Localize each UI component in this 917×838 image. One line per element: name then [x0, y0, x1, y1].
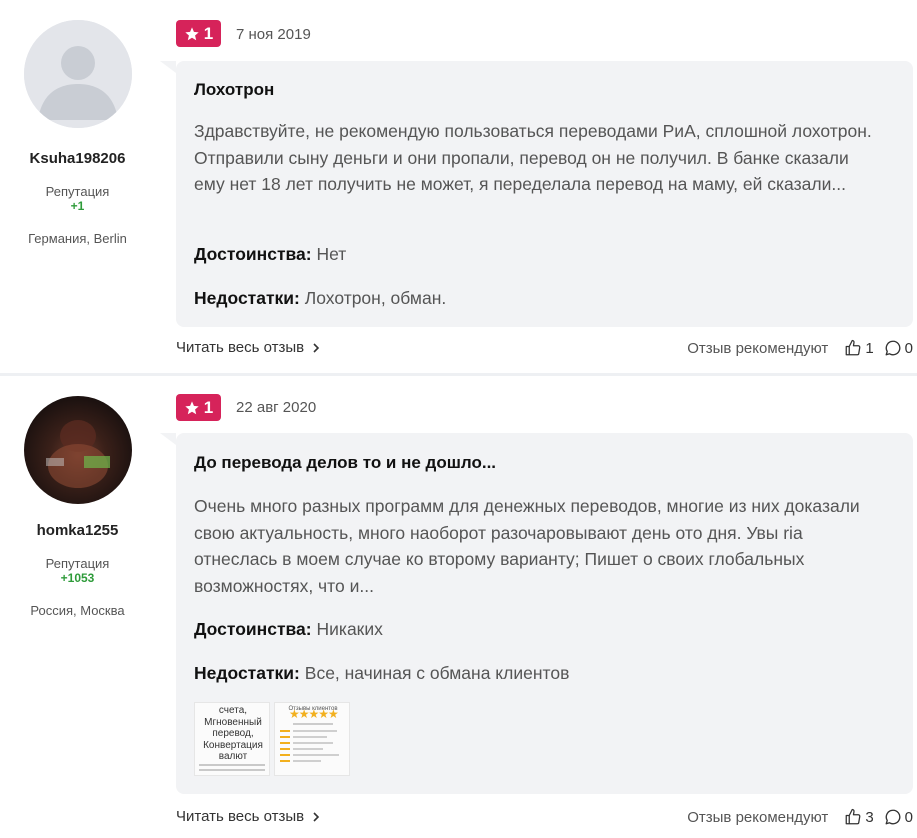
thumbnail-text: счета, Мгновенный перевод, Конвертация в… — [195, 705, 269, 763]
rating-value: 1 — [203, 23, 214, 43]
review-text: Здравствуйте, не рекомендую пользоваться… — [194, 121, 872, 194]
pros-value: Нет — [316, 244, 347, 264]
reputation-value: +1053 — [60, 571, 95, 585]
thumbnail-line: счета, — [218, 705, 248, 716]
review-pros: Достоинства: Никаких — [194, 619, 383, 640]
read-more-label: Читать весь отзыв — [176, 808, 305, 825]
recommend-label: Отзыв рекомендуют — [687, 339, 829, 357]
review-photos: счета, Мгновенный перевод, Конвертация в… — [194, 702, 350, 776]
thumbnail-line: Конвертация — [203, 739, 263, 751]
pros-value: Никаких — [316, 619, 383, 639]
review-footer: Читать весь отзыв Отзыв рекомендуют 1 0 — [176, 339, 913, 361]
pros-label: Достоинства: — [194, 244, 312, 264]
review-card: До перевода делов то и не дошло... Очень… — [160, 433, 913, 794]
comments-count: 0 — [904, 339, 913, 357]
read-more-link[interactable]: Читать весь отзыв — [176, 808, 320, 825]
review-photo-thumbnail[interactable]: счета, Мгновенный перевод, Конвертация в… — [194, 702, 270, 776]
cons-label: Недостатки: — [194, 663, 300, 683]
review-photo-thumbnail[interactable]: Отзывы клиентов ★★★★★ — [274, 702, 350, 776]
review-date: 7 ноя 2019 — [236, 26, 311, 43]
reputation-label: Репутация — [45, 556, 110, 571]
cons-label: Недостатки: — [194, 288, 300, 308]
read-more-label: Читать весь отзыв — [176, 339, 305, 356]
pros-label: Достоинства: — [194, 619, 312, 639]
thumbnail-stars: ★★★★★ — [289, 707, 339, 721]
review-item: homka1255 Репутация +1053 Россия, Москва… — [0, 376, 917, 838]
cons-value: Лохотрон, обман. — [304, 288, 447, 308]
rating-value: 1 — [203, 397, 214, 417]
review-pros: Достоинства: Нет — [194, 244, 346, 265]
reputation-label: Репутация — [45, 184, 110, 199]
chevron-right-icon — [312, 342, 320, 353]
star-icon — [184, 26, 200, 42]
review-text: Очень много разных программ для денежных… — [194, 496, 860, 596]
review-date: 22 авг 2020 — [236, 399, 317, 416]
thumbs-up-icon[interactable] — [844, 339, 862, 357]
review-cons: Недостатки: Лохотрон, обман. — [194, 288, 446, 309]
avatar[interactable] — [24, 396, 132, 504]
review-cons: Недостатки: Все, начиная с обмана клиент… — [194, 663, 569, 684]
thumbnail-line: Мгновенный — [204, 716, 262, 728]
recommend-label: Отзыв рекомендуют — [687, 808, 829, 826]
thumbs-up-icon[interactable] — [844, 808, 862, 826]
thumbnail-line: перевод, — [212, 728, 254, 739]
star-icon — [184, 400, 200, 416]
review-card: Лохотрон Здравствуйте, не рекомендую пол… — [160, 61, 913, 327]
comments-count: 0 — [904, 808, 913, 826]
comment-icon[interactable] — [884, 808, 902, 826]
read-more-link[interactable]: Читать весь отзыв — [176, 339, 320, 356]
comment-icon[interactable] — [884, 339, 902, 357]
author-location: Россия, Москва — [30, 603, 125, 618]
review-title[interactable]: До перевода делов то и не дошло... — [194, 453, 496, 473]
review-item: Ksuha198206 Репутация +1 Германия, Berli… — [0, 0, 917, 374]
review-recommend: Отзыв рекомендуют 1 0 — [687, 339, 913, 357]
review-recommend: Отзыв рекомендуют 3 0 — [687, 808, 913, 826]
chevron-right-icon — [312, 811, 320, 822]
thumbnail-fine-print — [199, 761, 265, 771]
username[interactable]: homka1255 — [0, 522, 155, 539]
thumbnail-subline — [293, 723, 333, 725]
likes-count: 1 — [865, 339, 874, 357]
review-title[interactable]: Лохотрон — [194, 80, 274, 100]
avatar[interactable] — [24, 20, 132, 128]
author-location: Германия, Berlin — [28, 231, 127, 246]
rating-badge: 1 — [176, 20, 221, 47]
reputation-value: +1 — [70, 199, 85, 213]
thumbnail-rows — [280, 730, 346, 766]
username[interactable]: Ksuha198206 — [0, 150, 155, 167]
rating-badge: 1 — [176, 394, 221, 421]
review-footer: Читать весь отзыв Отзыв рекомендуют 3 0 — [176, 808, 913, 830]
cons-value: Все, начиная с обмана клиентов — [304, 663, 570, 683]
likes-count: 3 — [865, 808, 874, 826]
